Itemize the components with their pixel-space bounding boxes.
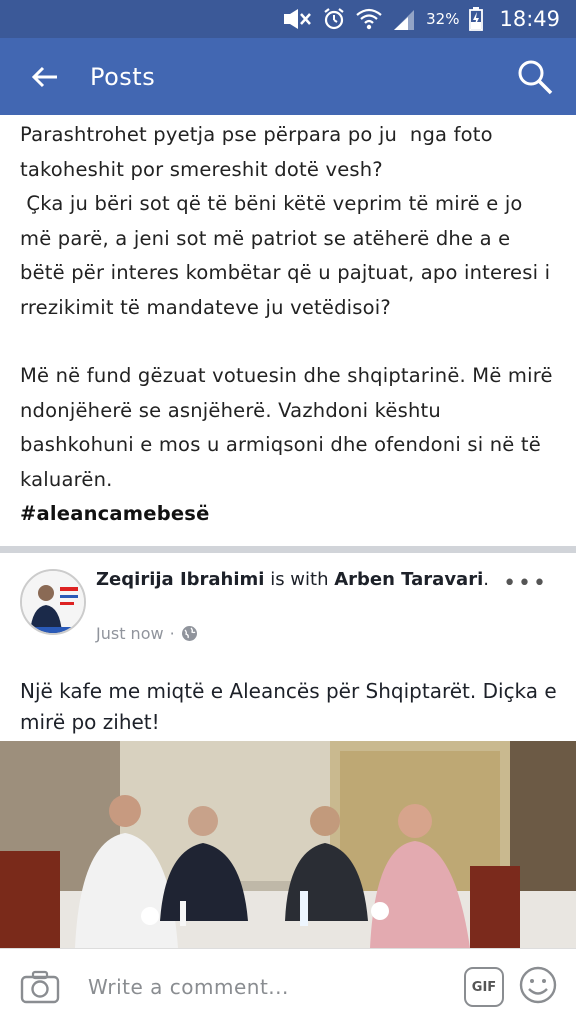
post-meta: Just now · bbox=[96, 624, 198, 643]
status-bar: 32% 18:49 bbox=[0, 0, 576, 38]
globe-icon bbox=[181, 626, 197, 641]
hashtag-link[interactable]: #aleancamebesë bbox=[20, 497, 560, 532]
status-icons: 32% 18:49 bbox=[282, 7, 560, 31]
tagged-suffix: . bbox=[483, 569, 489, 590]
meta-separator: · bbox=[169, 624, 175, 643]
shared-post: Zeqirija Ibrahimi is with Arben Taravari… bbox=[0, 553, 576, 948]
shared-post-text: Një kafe me miqtë e Aleancës për Shqipta… bbox=[20, 679, 557, 734]
post-paragraph: Parashtrohet pyetja pse përpara po ju ng… bbox=[20, 123, 551, 319]
status-time: 18:49 bbox=[499, 7, 560, 31]
shared-post-author-line: Zeqirija Ibrahimi is with Arben Taravari… bbox=[96, 567, 496, 593]
more-options-icon[interactable]: ••• bbox=[503, 571, 548, 596]
gif-button[interactable]: GIF bbox=[464, 967, 504, 1007]
tagged-name[interactable]: Arben Taravari bbox=[334, 569, 483, 590]
search-icon[interactable] bbox=[516, 58, 554, 96]
signal-icon bbox=[394, 10, 415, 30]
battery-percentage: 32% bbox=[426, 10, 460, 28]
battery-icon bbox=[469, 7, 484, 31]
page-title: Posts bbox=[90, 62, 156, 91]
wifi-icon bbox=[356, 8, 382, 30]
post-body: Parashtrohet pyetja pse përpara po ju ng… bbox=[20, 118, 560, 532]
author-name[interactable]: Zeqirija Ibrahimi bbox=[96, 569, 264, 590]
back-arrow-icon[interactable] bbox=[30, 62, 60, 92]
emoji-icon[interactable] bbox=[518, 965, 558, 1005]
with-text: is with bbox=[264, 569, 335, 590]
camera-icon[interactable] bbox=[20, 969, 60, 1005]
mute-icon bbox=[284, 9, 312, 29]
post-paragraph: Më në fund gëzuat votuesin dhe shqiptari… bbox=[20, 364, 560, 491]
app-bar: Posts bbox=[0, 38, 576, 115]
comment-bar: Write a comment... GIF bbox=[0, 948, 576, 1025]
alarm-icon bbox=[324, 8, 344, 30]
comment-input[interactable]: Write a comment... bbox=[88, 975, 289, 999]
avatar[interactable] bbox=[20, 569, 86, 635]
shared-post-photo[interactable] bbox=[0, 741, 576, 948]
section-divider bbox=[0, 546, 576, 553]
post-time[interactable]: Just now bbox=[96, 624, 164, 643]
